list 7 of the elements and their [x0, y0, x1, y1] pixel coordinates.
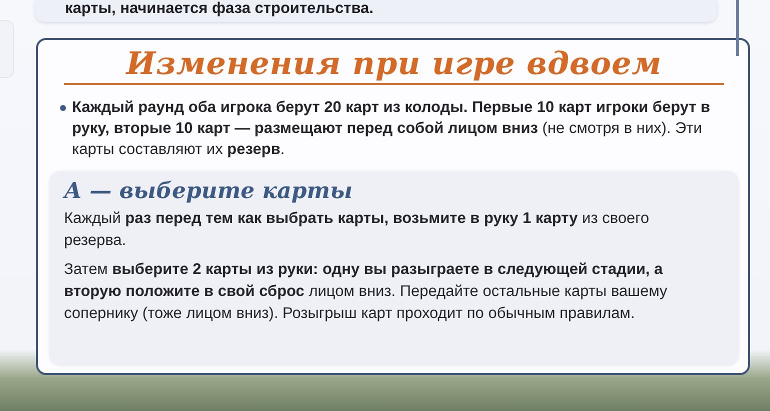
- bullet-text: Каждый раунд оба игрока берут 20 карт из колоды. Первые 10 карт игроки берут в руку, вторые 10 карт — размещают перед собой лицом вниз (не смотря в них). Эти карты составляют их резерв.: [60, 97, 712, 160]
- scroll-edge: [736, 0, 739, 56]
- subsection-title: А — выберите карты: [64, 178, 354, 204]
- section-title: Изменения при игре вдвоем: [64, 46, 724, 85]
- card-text: карты, начинается фаза строительства.: [65, 0, 374, 18]
- rule-paragraph: Затем выберите 2 карты из руки: одну вы разыграете в следующей стадии, а вторую положите в свой сброс лицом вниз. Передайте остальные карты вашему сопернику (тоже лицом вниз). Розыгрыш карт проходит по обычным правилам.: [64, 260, 668, 324]
- rule-paragraph: Каждый раз перед тем как выбрать карты, возьмите в руку 1 карту из своего резерва.: [64, 209, 650, 251]
